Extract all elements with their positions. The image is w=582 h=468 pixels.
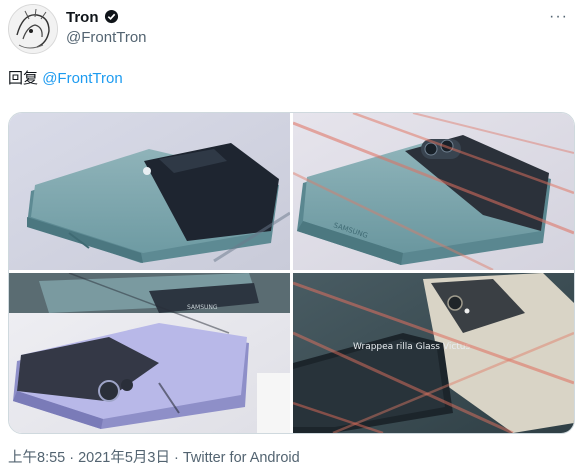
photo-4[interactable]: Wrappea rilla Glass Victus xyxy=(293,273,574,433)
author-handle[interactable]: @FrontTron xyxy=(66,29,147,47)
reply-prefix: 回复 xyxy=(8,70,39,87)
footer-separator: · xyxy=(69,450,75,466)
photo-2[interactable]: SAMSUNG xyxy=(293,113,574,270)
photo-3-caption: SAMSUNG xyxy=(187,304,218,311)
footer-separator-2: · xyxy=(173,450,179,466)
reply-mention-link[interactable]: @FrontTron xyxy=(42,70,123,87)
tweet-header: Tron @FrontTron ··· xyxy=(0,0,582,60)
media-grid: SAMSUNG SAMSUNG Wrappea rilla Glass Vict… xyxy=(8,112,575,434)
photo-1[interactable] xyxy=(9,113,290,270)
more-options-button[interactable]: ··· xyxy=(549,8,568,26)
photo-4-caption: Wrappea rilla Glass Victus xyxy=(353,342,470,352)
reply-context: 回复 @FrontTron xyxy=(8,70,123,88)
author-name[interactable]: Tron xyxy=(66,9,99,26)
tweet-footer: 上午8:55 · 2021年5月3日 · Twitter for Android xyxy=(8,450,300,467)
verified-badge-icon xyxy=(104,9,119,29)
avatar-sketch-icon xyxy=(9,5,57,53)
author-name-row[interactable]: Tron xyxy=(66,9,119,29)
tweet-date[interactable]: 2021年5月3日 xyxy=(78,450,170,466)
tweet-time[interactable]: 上午8:55 xyxy=(8,450,65,466)
avatar[interactable] xyxy=(8,4,58,54)
tweet-source-app[interactable]: Twitter for Android xyxy=(183,450,300,466)
photo-3[interactable]: SAMSUNG xyxy=(9,273,290,433)
